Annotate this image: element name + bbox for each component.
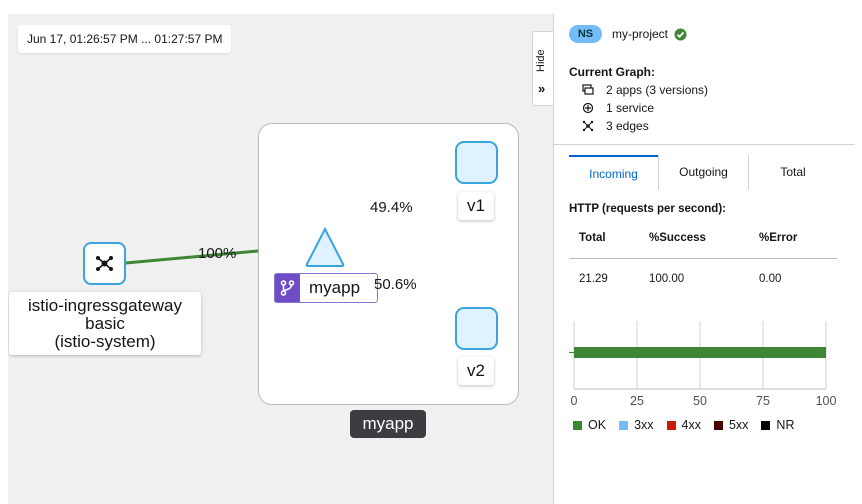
graph-apps-row: 2 apps (3 versions) — [582, 82, 708, 98]
panel-divider — [554, 144, 855, 145]
node-service-myapp[interactable] — [304, 226, 346, 268]
time-range-label: Jun 17, 01:26:57 PM ... 01:27:57 PM — [18, 25, 232, 53]
service-badge — [275, 274, 300, 302]
legend-label-5xx: 5xx — [728, 418, 749, 432]
tick-label-x-1: 25 — [630, 394, 644, 408]
http-rps-title: HTTP (requests per second): — [569, 203, 726, 215]
legend-swatch-4xx — [666, 420, 676, 430]
table-header-total: Total — [579, 232, 606, 244]
v1-node-label: v1 — [458, 192, 494, 220]
ingress-name: istio-ingressgateway — [27, 296, 182, 315]
legend-item-4xx[interactable]: 4xx — [666, 418, 701, 432]
service-icon — [582, 102, 594, 114]
table-header-success: %Success — [649, 232, 706, 244]
table-cell-total: 21.29 — [579, 273, 608, 285]
code-branch-icon — [280, 280, 295, 296]
ingress-namespace: (istio-system) — [54, 332, 156, 351]
legend-swatch-5xx — [713, 420, 723, 430]
legend-item-3xx[interactable]: 3xx — [619, 418, 654, 432]
graph-apps-count: 2 apps (3 versions) — [606, 83, 709, 97]
legend-label-3xx: 3xx — [634, 418, 654, 432]
node-istio-ingressgateway[interactable] — [83, 242, 126, 285]
graph-edges-row: 3 edges — [582, 118, 649, 134]
table-header-error: %Error — [759, 232, 798, 244]
table-header-divider — [569, 258, 837, 259]
legend-swatch-3xx — [619, 420, 629, 430]
edge-label-v1: 49.4% — [370, 199, 413, 216]
check-circle-icon — [674, 28, 687, 40]
legend-swatch-nr — [761, 420, 771, 430]
traffic-tabs: Incoming Outgoing Total — [569, 155, 837, 190]
hide-label: Hide — [535, 49, 547, 72]
chart-legend: OK 3xx 4xx 5xx NR — [573, 418, 807, 432]
v2-node-label: v2 — [458, 357, 494, 385]
ingress-node-label: istio-ingressgateway basic (istio-system… — [9, 292, 201, 355]
hide-panel-toggle[interactable]: Hide » — [532, 31, 553, 106]
node-myapp-v1[interactable] — [455, 141, 498, 184]
tick-label-x-0: 0 — [571, 394, 578, 408]
namespace-badge: NS — [569, 25, 602, 43]
ingress-version: basic — [85, 314, 125, 333]
graph-services-row: 1 service — [582, 100, 654, 116]
tick-label-x-3: 75 — [756, 394, 770, 408]
node-myapp-v2[interactable] — [455, 307, 498, 350]
tab-total[interactable]: Total — [748, 155, 837, 190]
graph-edges-count: 3 edges — [606, 119, 649, 133]
edge-label-v2: 50.6% — [374, 276, 417, 293]
graph-services-count: 1 service — [606, 101, 655, 115]
tick-label-x-2: 50 — [693, 394, 707, 408]
gateway-icon — [96, 256, 113, 271]
legend-item-ok[interactable]: OK — [573, 418, 606, 432]
table-cell-error: 0.00 — [759, 273, 782, 285]
tab-incoming[interactable]: Incoming — [569, 155, 658, 190]
tick-label-x-4: 100 — [816, 394, 837, 408]
app-box-label: myapp — [350, 410, 426, 438]
applications-icon — [582, 84, 594, 95]
topology-icon — [582, 120, 594, 132]
summary-panel: NS my-project Current Graph: 2 apps (3 v… — [553, 14, 855, 504]
legend-swatch-ok — [573, 420, 582, 430]
service-name: myapp — [309, 278, 361, 297]
legend-label-4xx: 4xx — [681, 418, 701, 432]
legend-item-5xx[interactable]: 5xx — [713, 418, 749, 432]
bar-segment-ok[interactable] — [574, 347, 826, 358]
namespace-row: NS my-project — [569, 25, 687, 43]
legend-item-nr[interactable]: NR — [761, 418, 794, 432]
tab-outgoing[interactable]: Outgoing — [658, 155, 748, 190]
legend-label-nr: NR — [776, 418, 795, 432]
namespace-name[interactable]: my-project — [612, 27, 668, 41]
graph-canvas[interactable]: Jun 17, 01:26:57 PM ... 01:27:57 PM isti… — [8, 14, 553, 504]
legend-label-ok: OK — [588, 418, 607, 432]
current-graph-title: Current Graph: — [569, 65, 656, 79]
table-cell-success: 100.00 — [649, 273, 685, 285]
http-status-chart: 0 25 50 75 100 — [569, 321, 837, 408]
service-node-label: myapp — [274, 273, 378, 303]
double-chevron-right-icon: » — [538, 81, 546, 96]
edge-label-ingress: 100% — [198, 245, 237, 262]
